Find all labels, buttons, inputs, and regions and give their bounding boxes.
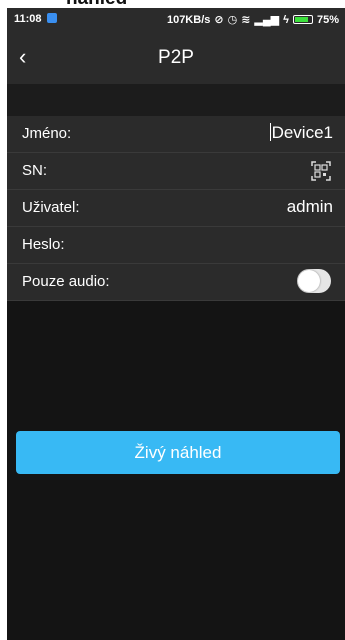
- password-label: Heslo:: [22, 236, 65, 253]
- device-form: Jméno: Device1 SN: Uživatel: admin Heslo…: [7, 116, 345, 301]
- sn-label: SN:: [22, 162, 48, 179]
- audio-only-label: Pouze audio:: [22, 273, 110, 290]
- wifi-icon: ≋: [241, 14, 251, 26]
- password-row[interactable]: Heslo:: [7, 227, 345, 264]
- live-view-button[interactable]: Živý náhled: [16, 431, 340, 474]
- name-value: Device1: [271, 123, 333, 142]
- user-label: Uživatel:: [22, 199, 80, 216]
- user-row[interactable]: Uživatel: admin: [7, 190, 345, 227]
- qr-scan-icon[interactable]: [311, 161, 331, 181]
- battery-percent: 75%: [316, 13, 339, 26]
- status-time: 11:08: [14, 13, 42, 25]
- top-caption: náhled": [0, 0, 345, 8]
- status-bar: 11:08 107KB/s ⊘ ◷ ≋ ▂▄▆ ϟ 75%: [7, 8, 345, 32]
- audio-only-toggle[interactable]: [297, 269, 331, 293]
- mute-icon: ⊘: [214, 14, 224, 26]
- sn-row[interactable]: SN:: [7, 153, 345, 190]
- app-notification-icon: [47, 13, 57, 23]
- name-input[interactable]: Device1: [269, 123, 333, 143]
- battery-icon: [292, 15, 313, 24]
- nav-bar: ‹ P2P: [7, 32, 345, 84]
- status-right-group: 107KB/s ⊘ ◷ ≋ ▂▄▆ ϟ 75%: [166, 13, 339, 27]
- top-caption-text: náhled": [66, 0, 136, 8]
- alarm-icon: ◷: [227, 14, 238, 26]
- name-row[interactable]: Jméno: Device1: [7, 116, 345, 153]
- signal-icon: ▂▄▆: [254, 14, 280, 26]
- network-speed: 107KB/s: [166, 13, 211, 26]
- phone-screen: 11:08 107KB/s ⊘ ◷ ≋ ▂▄▆ ϟ 75% ‹ P2P Jmén…: [7, 8, 345, 640]
- text-cursor: [269, 123, 271, 141]
- user-value[interactable]: admin: [287, 197, 333, 217]
- toggle-knob: [298, 270, 320, 292]
- audio-only-row: Pouze audio:: [7, 264, 345, 301]
- name-label: Jméno:: [22, 125, 72, 142]
- section-spacer: [7, 84, 345, 116]
- live-view-label: Živý náhled: [134, 442, 222, 462]
- page-title: P2P: [158, 47, 194, 68]
- charging-icon: ϟ: [283, 13, 289, 26]
